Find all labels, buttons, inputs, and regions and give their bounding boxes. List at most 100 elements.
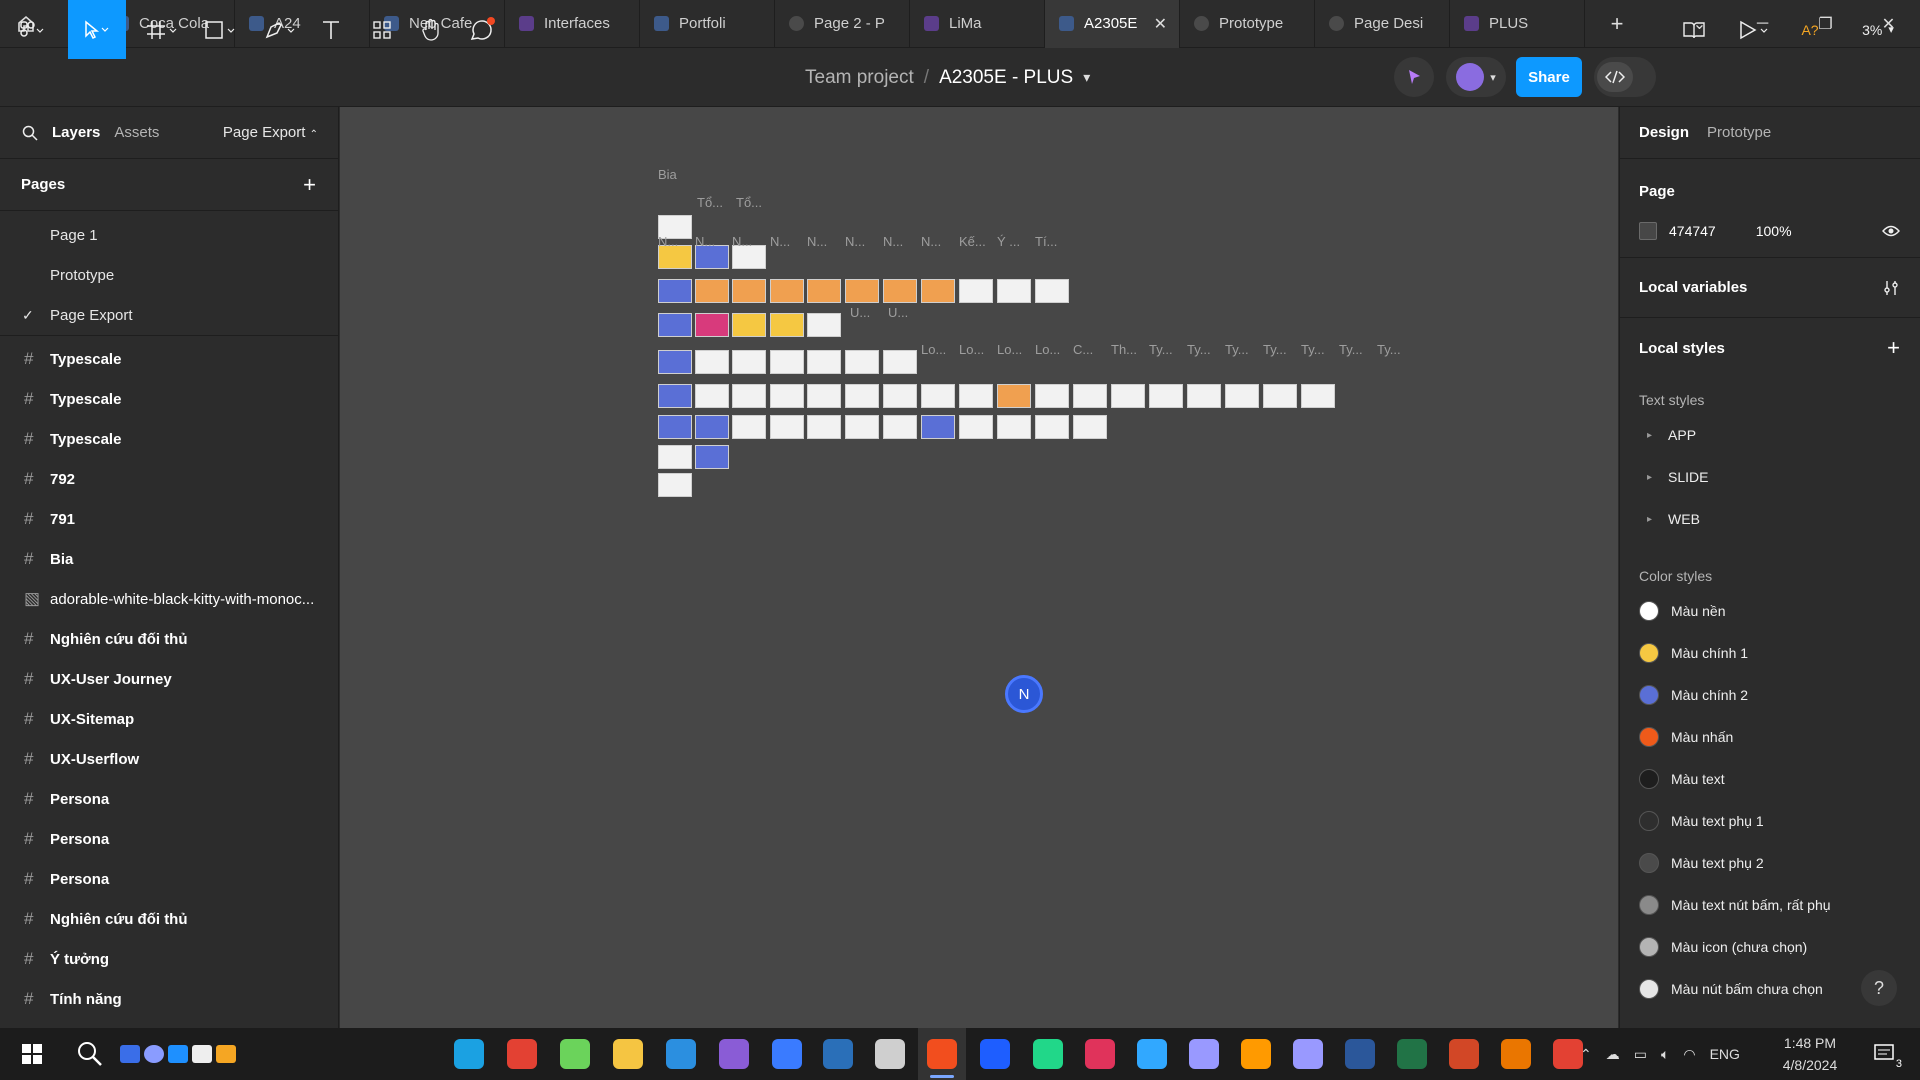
color-style-item[interactable]: Màu nhấn xyxy=(1620,716,1920,758)
taskbar-clock[interactable]: 1:48 PM 4/8/2024 xyxy=(1760,1032,1860,1076)
browser-tab[interactable]: PLUS xyxy=(1450,0,1585,48)
canvas-frame[interactable] xyxy=(807,279,841,303)
frame-label[interactable]: Ty... xyxy=(1339,342,1363,357)
canvas-frame[interactable] xyxy=(997,384,1031,408)
canvas-frame[interactable] xyxy=(695,279,729,303)
team-name[interactable]: Team project xyxy=(805,67,914,89)
frame-label[interactable]: Ý ... xyxy=(997,234,1020,249)
app-a-icon[interactable] xyxy=(763,1028,811,1080)
windows-start-icon[interactable] xyxy=(8,1028,56,1080)
canvas-frame[interactable] xyxy=(883,384,917,408)
browser-tab[interactable]: Page Desi xyxy=(1315,0,1450,48)
canvas-frame[interactable] xyxy=(1111,384,1145,408)
frame-label[interactable]: N... xyxy=(695,234,715,249)
comment-tool-icon[interactable] xyxy=(464,0,500,59)
battery-icon[interactable]: ▭ xyxy=(1634,1046,1647,1063)
excel-icon[interactable] xyxy=(1388,1028,1436,1080)
layer-row[interactable]: #792 xyxy=(0,459,338,499)
frame-label[interactable]: N... xyxy=(658,234,678,249)
canvas-frame[interactable] xyxy=(921,279,955,303)
add-page-button[interactable]: + xyxy=(303,172,316,198)
text-style-group[interactable]: ▸ WEB xyxy=(1620,498,1920,540)
canvas-frame[interactable] xyxy=(770,415,804,439)
tab-assets[interactable]: Assets xyxy=(114,124,159,141)
file-explorer-icon[interactable] xyxy=(604,1028,652,1080)
color-style-item[interactable]: Màu chính 2 xyxy=(1620,674,1920,716)
canvas-frame[interactable] xyxy=(845,384,879,408)
frame-label[interactable]: Lo... xyxy=(921,342,946,357)
premiere-icon[interactable] xyxy=(1180,1028,1228,1080)
collaborator-avatar[interactable]: ▾ xyxy=(1446,57,1506,97)
eye-icon[interactable] xyxy=(1882,224,1900,238)
canvas-frame[interactable] xyxy=(997,415,1031,439)
layer-row[interactable]: # Typescale xyxy=(0,339,338,379)
notification-center-icon[interactable]: 3 xyxy=(1862,1028,1910,1080)
canvas-frame[interactable] xyxy=(658,350,692,374)
frame-label[interactable]: Kế... xyxy=(959,234,986,249)
frame-label[interactable]: Th... xyxy=(1111,342,1137,357)
browser-tab[interactable]: A24 xyxy=(235,0,370,48)
frame-label[interactable]: U... xyxy=(888,305,908,320)
dev-mode-toggle[interactable] xyxy=(1594,57,1656,97)
avatar-chevron-down-icon[interactable]: ▾ xyxy=(1490,71,1496,84)
volume-icon[interactable]: 🔈︎ xyxy=(1661,1046,1669,1063)
page-item[interactable]: Page 1 xyxy=(0,215,338,255)
illustrator-icon[interactable] xyxy=(1232,1028,1280,1080)
canvas-frame[interactable] xyxy=(732,350,766,374)
canvas-frame[interactable] xyxy=(807,384,841,408)
missing-fonts-indicator[interactable]: A? xyxy=(1796,0,1824,59)
search-icon[interactable] xyxy=(22,125,38,141)
layer-row[interactable]: # Nghiên cứu đối thủ xyxy=(0,899,338,939)
layer-row[interactable]: # Typescale xyxy=(0,379,338,419)
file-chevron-down-icon[interactable]: ▾ xyxy=(1083,69,1090,86)
canvas-frame[interactable] xyxy=(1073,415,1107,439)
canvas-frame[interactable] xyxy=(807,415,841,439)
canvas-frame[interactable] xyxy=(883,350,917,374)
canvas-frame[interactable] xyxy=(1149,384,1183,408)
color-style-item[interactable]: Màu text xyxy=(1620,758,1920,800)
canvas-frame[interactable] xyxy=(1263,384,1297,408)
canvas-frame[interactable] xyxy=(997,279,1031,303)
unity-icon[interactable] xyxy=(866,1028,914,1080)
frame-label[interactable]: Ty... xyxy=(1149,342,1173,357)
intellij-icon[interactable] xyxy=(1076,1028,1124,1080)
canvas-frame[interactable] xyxy=(770,279,804,303)
layer-row[interactable]: # UX-Sitemap xyxy=(0,699,338,739)
onedrive-icon[interactable]: ☁ xyxy=(1606,1046,1620,1063)
frame-label[interactable]: Ty... xyxy=(1225,342,1249,357)
frame-label[interactable]: N... xyxy=(807,234,827,249)
pen-tool-icon[interactable] xyxy=(258,0,302,59)
wifi-icon[interactable]: ◠ xyxy=(1683,1046,1695,1063)
layer-row[interactable]: # Persona xyxy=(0,779,338,819)
frame-label[interactable]: N... xyxy=(732,234,752,249)
canvas-frame[interactable] xyxy=(959,384,993,408)
visual-studio-icon[interactable] xyxy=(710,1028,758,1080)
frame-label[interactable]: Tí... xyxy=(1035,234,1057,249)
canvas-frame[interactable] xyxy=(807,313,841,337)
layer-row[interactable]: # Persona xyxy=(0,859,338,899)
zoom-control[interactable]: 3% ▾ xyxy=(1850,0,1906,59)
canvas-frame[interactable] xyxy=(1035,384,1069,408)
tray-chevron-up-icon[interactable]: ⌃ xyxy=(1580,1046,1592,1063)
browser-tab[interactable]: Portfoli xyxy=(640,0,775,48)
frame-label[interactable]: Ty... xyxy=(1187,342,1211,357)
canvas-frame[interactable] xyxy=(732,415,766,439)
resources-tool-icon[interactable] xyxy=(364,0,400,59)
frame-label[interactable]: Lo... xyxy=(997,342,1022,357)
new-tab-button[interactable]: + xyxy=(1585,0,1649,48)
photoshop-icon[interactable] xyxy=(1128,1028,1176,1080)
quick-launch-icons[interactable] xyxy=(120,1028,250,1080)
canvas-frame[interactable] xyxy=(732,313,766,337)
chrome-icon[interactable] xyxy=(498,1028,546,1080)
variables-settings-icon[interactable] xyxy=(1882,279,1900,297)
canvas-frame[interactable] xyxy=(807,350,841,374)
browser-tab[interactable]: LiMa xyxy=(910,0,1045,48)
shape-tool-icon[interactable] xyxy=(198,0,242,59)
frame-label[interactable]: Lo... xyxy=(1035,342,1060,357)
layer-row[interactable]: # Tính năng xyxy=(0,979,338,1019)
canvas-frame[interactable] xyxy=(959,279,993,303)
canvas-frame[interactable] xyxy=(921,415,955,439)
layer-row[interactable]: # Persona xyxy=(0,819,338,859)
frame-label[interactable]: Bia xyxy=(658,167,677,182)
present-play-icon[interactable] xyxy=(1732,0,1776,59)
